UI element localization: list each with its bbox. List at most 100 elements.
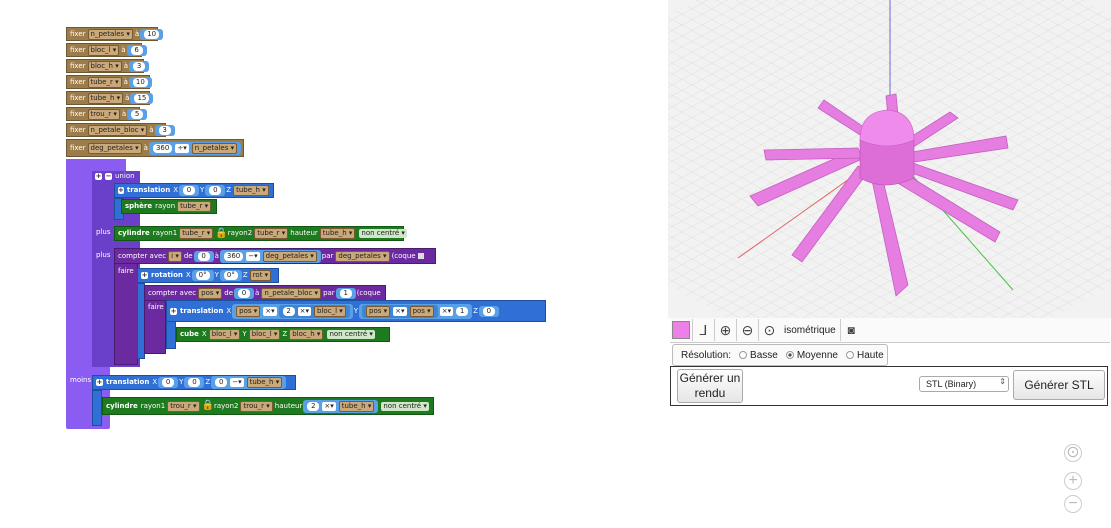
var-dropdown[interactable]: tube_r ▾	[179, 228, 214, 239]
cube-block[interactable]: cube Xbloc_l ▾ Ybloc_l ▾ Zbloc_h ▾ non c…	[176, 327, 390, 342]
operator-dropdown[interactable]: ×▾	[297, 306, 312, 316]
view-mode-label[interactable]: isométrique	[780, 325, 840, 336]
axes-button[interactable]: ⅃	[692, 319, 714, 341]
operator-dropdown[interactable]: ×▾	[263, 306, 277, 316]
zoom-out-button[interactable]: ⊖	[736, 319, 758, 341]
number-field[interactable]: 1	[339, 288, 352, 298]
multiply-block[interactable]: pos ▾ ×▾ pos ▾ ×▾ 1	[359, 303, 473, 319]
var-dropdown[interactable]: n_petale_bloc ▾	[261, 287, 322, 299]
plus-icon[interactable]: +	[118, 187, 124, 194]
sphere-block[interactable]: sphère rayon tube_r ▾	[121, 199, 217, 214]
inner-translation-block[interactable]: + translation X pos ▾ ×▾ 2 ×▾ bloc_l ▾ Y p…	[166, 300, 546, 322]
var-dropdown[interactable]: tube_h ▾	[87, 92, 124, 104]
set-block-tube-r[interactable]: fixer tube_r ▾ à 10	[66, 75, 152, 89]
target-icon[interactable]: ⊙	[1064, 444, 1082, 462]
number-field[interactable]: 0	[197, 251, 210, 261]
lock-icon[interactable]: 🔒	[215, 228, 227, 239]
center-dropdown[interactable]: non centré ▾	[359, 229, 407, 238]
var-dropdown[interactable]: rot ▾	[249, 270, 272, 281]
set-block-bloc-l[interactable]: fixer bloc_l ▾ à 6	[66, 43, 147, 57]
number-field[interactable]: 2	[282, 306, 295, 316]
cylinder-hole-block[interactable]: cylindre rayon1 trou_r ▾ 🔒 rayon2 trou_r…	[102, 397, 434, 415]
var-dropdown[interactable]: tube_r ▾	[177, 201, 212, 212]
multiply-block[interactable]: pos ▾ ×▾ 2 ×▾ bloc_l ▾	[232, 303, 353, 319]
translation-block[interactable]: + translation X0 Y0 Ztube_h ▾	[114, 183, 274, 198]
var-dropdown[interactable]: bloc_l ▾	[314, 305, 346, 317]
number-field[interactable]: 0	[482, 306, 495, 316]
radio-moyenne[interactable]	[785, 351, 794, 359]
number-field[interactable]: 0	[238, 288, 251, 298]
number-field[interactable]: 10	[144, 29, 160, 39]
var-dropdown[interactable]: tube_r ▾	[254, 228, 289, 239]
plus-icon[interactable]: +	[141, 272, 148, 279]
operator-dropdown[interactable]: ×▾	[322, 401, 336, 411]
operator-dropdown[interactable]: −▾	[230, 378, 244, 387]
color-swatch-button[interactable]	[670, 319, 692, 341]
var-dropdown[interactable]: pos ▾	[198, 287, 223, 299]
operator-dropdown[interactable]: ×▾	[439, 306, 454, 316]
var-dropdown[interactable]: n_petale_bloc ▾	[87, 124, 148, 136]
number-field[interactable]: 360	[152, 143, 173, 153]
screenshot-button[interactable]: ◙	[839, 319, 862, 341]
zoom-out-icon[interactable]: −	[1064, 495, 1082, 513]
number-field[interactable]: 2	[307, 401, 320, 411]
minus-block[interactable]: 360 −▾ deg_petales ▾	[219, 249, 321, 263]
cylinder-block[interactable]: cylindre rayon1 tube_r ▾ 🔒 rayon2 tube_r…	[114, 226, 407, 241]
center-view-button[interactable]: ⊙	[758, 319, 780, 341]
var-dropdown[interactable]: trou_r ▾	[87, 108, 120, 120]
lock-icon[interactable]: 🔒	[202, 401, 214, 411]
radio-basse[interactable]	[739, 351, 748, 359]
number-field[interactable]: 0°	[195, 271, 210, 280]
var-dropdown[interactable]: pos ▾	[366, 305, 391, 317]
for-loop-block[interactable]: compter avec i ▾ de 0 à 360 −▾ deg_petales …	[114, 248, 436, 264]
plus-icon[interactable]: +	[96, 379, 103, 386]
operator-dropdown[interactable]: ÷▾	[175, 143, 189, 153]
set-block-deg-petales[interactable]: fixer deg_petales ▾ à 360 ÷▾ n_petales ▾	[66, 139, 244, 157]
rotation-block[interactable]: + rotation X 0° Y 0° Zrot ▾	[137, 268, 279, 283]
radio-haute[interactable]	[845, 351, 854, 359]
3d-viewer[interactable]	[668, 0, 1111, 318]
var-dropdown[interactable]: pos ▾	[236, 305, 261, 317]
inner-for-loop-block[interactable]: compter avec pos ▾ de 0 à n_petale_bloc ▾…	[144, 285, 386, 301]
number-field[interactable]: 0°	[223, 271, 238, 280]
operator-dropdown[interactable]: −▾	[246, 251, 260, 261]
number-field[interactable]: 0	[188, 378, 201, 387]
var-dropdown[interactable]: tube_h ▾	[319, 228, 356, 239]
var-dropdown[interactable]: tube_h ▾	[233, 185, 269, 196]
var-dropdown[interactable]: n_petales ▾	[87, 28, 133, 40]
zoom-in-button[interactable]: ⊕	[714, 319, 736, 341]
hull-checkbox[interactable]	[417, 253, 424, 259]
var-dropdown[interactable]: deg_petales ▾	[335, 250, 390, 262]
var-dropdown[interactable]: bloc_l ▾	[208, 329, 241, 340]
minus-icon[interactable]: −	[105, 173, 112, 180]
var-dropdown[interactable]: deg_petales ▾	[262, 250, 317, 262]
number-field[interactable]: 10	[132, 77, 148, 87]
multiply-block[interactable]: 2 ×▾ tube_h ▾	[303, 399, 379, 413]
number-field[interactable]: 0	[183, 186, 196, 195]
var-dropdown[interactable]: tube_r ▾	[87, 76, 122, 88]
set-block-n-petale-bloc[interactable]: fixer n_petale_bloc ▾ à 3	[66, 123, 175, 137]
var-dropdown[interactable]: tube_h ▾	[246, 377, 283, 388]
number-field[interactable]: 6	[130, 45, 143, 55]
number-field[interactable]: 3	[158, 125, 171, 135]
divide-block[interactable]: 360 ÷▾ n_petales ▾	[148, 141, 242, 155]
number-field[interactable]: 5	[131, 109, 144, 119]
number-field[interactable]: 0	[209, 186, 222, 195]
var-dropdown[interactable]: bloc_h ▾	[87, 60, 122, 72]
number-field[interactable]: 3	[133, 61, 146, 71]
var-dropdown[interactable]: trou_r ▾	[240, 400, 273, 412]
block-workspace[interactable]: fixer n_petales ▾ à 10 fixer bloc_l ▾ à …	[0, 0, 660, 528]
format-select[interactable]: STL (Binary) ⇕	[919, 376, 1009, 392]
render-button[interactable]: Générer un rendu	[677, 369, 743, 403]
center-dropdown[interactable]: non centré ▾	[381, 401, 429, 411]
var-dropdown[interactable]: pos ▾	[409, 305, 434, 317]
var-dropdown[interactable]: bloc_l ▾	[248, 329, 281, 340]
var-dropdown[interactable]: n_petales ▾	[191, 142, 238, 154]
var-dropdown[interactable]: bloc_h ▾	[289, 329, 324, 340]
var-dropdown[interactable]: deg_petales ▾	[87, 142, 142, 154]
3d-scene[interactable]	[668, 0, 1111, 318]
plus-icon[interactable]: +	[170, 307, 177, 315]
generate-stl-button[interactable]: Générer STL	[1013, 370, 1105, 400]
operator-dropdown[interactable]: ×▾	[393, 306, 407, 316]
set-block-tube-h[interactable]: fixer tube_h ▾ à 15	[66, 91, 154, 105]
